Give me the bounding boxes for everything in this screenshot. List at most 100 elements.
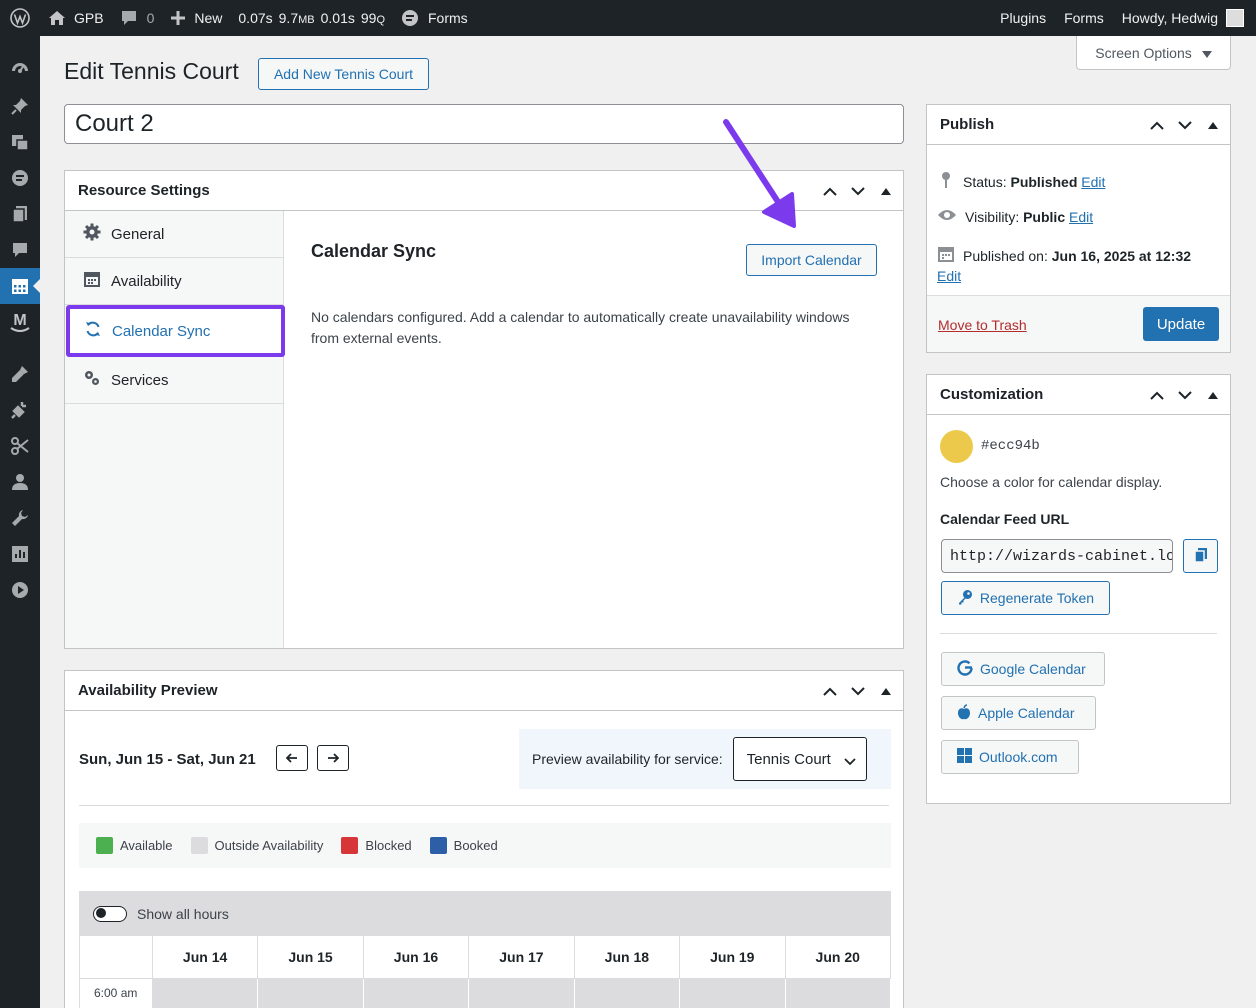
apple-icon — [957, 703, 971, 723]
edit-status-link[interactable]: Edit — [1081, 174, 1105, 190]
toggle-panel-icon[interactable] — [875, 680, 897, 702]
arrow-left-icon — [286, 753, 297, 763]
availability-preview-box: Availability Preview Sun, Jun 15 - Sat, … — [64, 670, 904, 1008]
legend: Available Outside Availability Blocked B… — [79, 823, 891, 868]
perf-queries: 99Q — [360, 10, 385, 26]
tab-general[interactable]: General — [65, 211, 283, 258]
pages-icon[interactable] — [0, 196, 40, 232]
previous-week-button[interactable] — [276, 745, 308, 771]
publish-box: Publish Status: Published Edit Visibilit… — [926, 104, 1231, 353]
calendar-icon[interactable] — [0, 268, 41, 304]
appearance-icon[interactable] — [0, 356, 40, 392]
dashboard-icon[interactable] — [0, 50, 40, 86]
calendar-icon — [937, 245, 955, 266]
move-down-icon[interactable] — [1174, 384, 1196, 406]
apple-calendar-button[interactable]: Apple Calendar — [941, 696, 1096, 730]
layout-icon[interactable] — [0, 536, 40, 572]
calendar-sync-panel: Calendar Sync Import Calendar No calenda… — [284, 211, 903, 648]
show-all-hours-toggle[interactable] — [93, 905, 127, 922]
copy-icon — [1193, 547, 1208, 566]
move-up-icon[interactable] — [819, 180, 841, 202]
pin-icon[interactable] — [0, 88, 40, 124]
copy-feed-url-button[interactable] — [1183, 539, 1218, 573]
add-new-tennis-court-button[interactable]: Add New Tennis Court — [258, 58, 429, 90]
adminbar-forms-link[interactable]: Forms — [1060, 0, 1118, 36]
plugins-icon[interactable] — [0, 392, 40, 428]
outlook-calendar-button[interactable]: Outlook.com — [941, 740, 1079, 774]
time-slot[interactable] — [574, 979, 681, 1008]
edit-date-row: Edit — [937, 268, 961, 284]
edit-date-link[interactable]: Edit — [937, 268, 961, 284]
update-button[interactable]: Update — [1143, 307, 1219, 341]
move-to-trash-link[interactable]: Move to Trash — [938, 317, 1027, 333]
move-down-icon[interactable] — [1174, 114, 1196, 136]
next-week-button[interactable] — [317, 745, 349, 771]
gears-icon — [83, 369, 101, 391]
time-slot[interactable] — [363, 979, 470, 1008]
avatar — [1226, 9, 1244, 27]
screen-options-button[interactable]: Screen Options — [1076, 36, 1231, 70]
toggle-panel-icon[interactable] — [1202, 114, 1224, 136]
perf-time: 0.07s — [238, 10, 273, 26]
move-up-icon[interactable] — [819, 680, 841, 702]
time-slot[interactable] — [680, 979, 786, 1008]
calendar-icon — [83, 270, 101, 292]
resource-settings-title: Resource Settings — [78, 182, 210, 199]
published-on-row: Published on: Jun 16, 2025 at 12:32 — [937, 245, 1191, 266]
time-label: 6:00 am — [80, 979, 153, 1008]
legend-outside-availability: Outside Availability — [190, 837, 323, 854]
move-down-icon[interactable] — [847, 680, 869, 702]
time-slot[interactable] — [469, 979, 575, 1008]
m-logo-icon[interactable]: M — [0, 304, 40, 340]
tab-calendar-sync[interactable]: Calendar Sync — [66, 305, 285, 357]
time-slot[interactable] — [152, 979, 259, 1008]
site-name-link[interactable]: GPB — [40, 0, 112, 36]
feed-url-input[interactable]: http://wizards-cabinet.lo — [941, 539, 1173, 573]
day-header: Jun 16 — [363, 936, 470, 979]
windows-icon — [957, 748, 972, 766]
calendar-sync-description: No calendars configured. Add a calendar … — [311, 309, 850, 346]
publish-title: Publish — [940, 116, 995, 133]
my-account-link[interactable]: Howdy, Hedwig — [1118, 0, 1256, 36]
settings-wrench-icon[interactable] — [0, 500, 40, 536]
time-slot[interactable] — [258, 979, 364, 1008]
users-icon[interactable] — [0, 464, 40, 500]
admin-sidebar: M — [0, 36, 41, 1008]
move-up-icon[interactable] — [1146, 384, 1168, 406]
color-picker-swatch[interactable] — [940, 430, 973, 463]
comments-link[interactable]: 0 — [112, 0, 163, 36]
service-select[interactable]: Tennis Court — [732, 737, 867, 781]
feed-url-label: Calendar Feed URL — [940, 511, 1070, 527]
page-title: Edit Tennis Court — [64, 58, 239, 84]
wordpress-logo-icon[interactable] — [0, 0, 40, 36]
service-selector-box: Preview availability for service: Tennis… — [519, 729, 891, 789]
play-icon[interactable] — [0, 572, 40, 608]
caret-down-icon — [1201, 45, 1212, 61]
regenerate-token-button[interactable]: Regenerate Token — [941, 581, 1110, 615]
google-calendar-button[interactable]: Google Calendar — [941, 652, 1105, 686]
availability-preview-header: Availability Preview — [65, 671, 903, 711]
tools-icon[interactable] — [0, 428, 40, 464]
toggle-panel-icon[interactable] — [875, 180, 897, 202]
tab-availability[interactable]: Availability — [65, 258, 283, 305]
forms-menu-icon[interactable] — [0, 160, 40, 196]
day-header: Jun 15 — [258, 936, 364, 979]
day-header: Jun 14 — [152, 936, 259, 979]
new-content-link[interactable]: New — [162, 0, 230, 36]
show-all-hours-bar: Show all hours — [79, 891, 891, 936]
key-icon — [957, 589, 973, 608]
time-slot[interactable] — [785, 979, 891, 1008]
adminbar-plugins-link[interactable]: Plugins — [992, 0, 1060, 36]
query-monitor-link[interactable]: 0.07s 9.7MB 0.01s 99Q — [230, 0, 393, 36]
move-down-icon[interactable] — [847, 180, 869, 202]
comments-icon[interactable] — [0, 232, 40, 268]
date-range: Sun, Jun 15 - Sat, Jun 21 — [79, 751, 256, 768]
edit-visibility-link[interactable]: Edit — [1069, 209, 1093, 225]
import-calendar-button[interactable]: Import Calendar — [746, 244, 877, 276]
media-icon[interactable] — [0, 124, 40, 160]
tab-services[interactable]: Services — [65, 357, 283, 404]
toggle-panel-icon[interactable] — [1202, 384, 1224, 406]
site-name: GPB — [74, 10, 104, 26]
forms-link[interactable]: Forms — [393, 0, 476, 36]
move-up-icon[interactable] — [1146, 114, 1168, 136]
